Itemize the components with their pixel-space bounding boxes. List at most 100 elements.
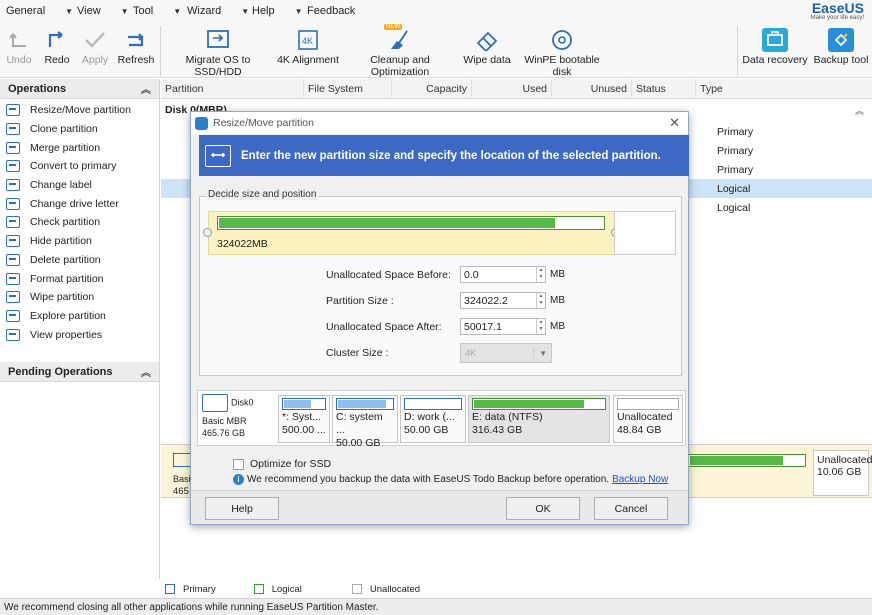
op-label: Hide partition (30, 235, 92, 248)
op-change-label[interactable]: Change label (0, 176, 159, 195)
legend-primary-label: Primary (183, 584, 216, 595)
partition-usage-fill (284, 400, 312, 408)
spin-arrows-icon[interactable]: ▲ ▼ (536, 267, 545, 282)
cleanup-button[interactable]: NEW Cleanup and Optimization (344, 24, 456, 78)
col-partition[interactable]: Partition (161, 79, 304, 99)
before-input[interactable]: 0.0 ▲ ▼ (460, 266, 546, 283)
dialog-titlebar[interactable]: Resize/Move partition ✕ (191, 112, 688, 134)
redo-button[interactable]: Redo (40, 26, 74, 66)
resize-move-dialog: Resize/Move partition ✕ ⟷ Enter the new … (190, 111, 689, 525)
chevron-down-icon: ▼ (533, 348, 547, 358)
op-merge[interactable]: Merge partition (0, 138, 159, 157)
menu-tool[interactable]: Tool ▼ (133, 0, 181, 22)
table-row-type: Logical (717, 183, 751, 195)
left-drag-handle[interactable] (203, 228, 212, 237)
chevron-down-icon: ▼ (65, 6, 74, 16)
partition-size: 316.43 GB (472, 424, 523, 436)
chevron-down-icon: ▼ (241, 6, 250, 16)
row-cluster: Cluster Size : 4K ▼ (326, 343, 552, 363)
operations-panel-header[interactable]: Operations ︽ (0, 79, 159, 99)
op-check[interactable]: Check partition (0, 213, 159, 232)
hide-icon (6, 235, 20, 248)
col-status[interactable]: Status (632, 79, 696, 99)
refresh-button[interactable]: Refresh (116, 26, 156, 66)
unit-label: MB (550, 295, 565, 306)
data-recovery-button[interactable]: Data recovery (741, 26, 809, 66)
data-recovery-icon (741, 26, 809, 54)
pending-panel-header[interactable]: Pending Operations ︽ (0, 362, 159, 382)
col-file-system[interactable]: File System (304, 79, 392, 99)
convert-icon (6, 160, 20, 173)
cluster-size-select[interactable]: 4K ▼ (460, 343, 552, 363)
op-convert-primary[interactable]: Convert to primary (0, 157, 159, 176)
app-icon (195, 116, 208, 130)
op-resize-move[interactable]: Resize/Move partition (0, 101, 159, 120)
op-delete[interactable]: Delete partition (0, 251, 159, 270)
chevron-down-icon: ▼ (173, 6, 182, 16)
easeus-logo: EaseUS Make your life easy! (811, 1, 864, 22)
cancel-button[interactable]: Cancel (594, 497, 668, 520)
op-explore[interactable]: Explore partition (0, 307, 159, 326)
menu-bar: General ▼ View ▼ Tool ▼ Wizard ▼ Help ▼ Feedb… (0, 0, 872, 22)
after-input[interactable]: 50017.1 ▲ ▼ (460, 318, 546, 335)
collapse-chevron-icon[interactable]: ︽ (141, 364, 151, 379)
partition-block-c[interactable]: C: system ... 50.00 GB (332, 395, 398, 449)
partition-usage-bar (617, 398, 679, 410)
operations-list: Resize/Move partition Clone partition Me… (0, 99, 159, 344)
eraser-icon (6, 291, 20, 304)
undo-label: Undo (6, 54, 32, 66)
wipe-data-button[interactable]: Wipe data (462, 26, 512, 66)
col-unused[interactable]: Unused (552, 79, 632, 99)
op-format[interactable]: Format partition (0, 269, 159, 288)
spin-arrows-icon[interactable]: ▲ ▼ (536, 319, 545, 334)
menu-feedback[interactable]: Feedback (307, 0, 355, 22)
disc-icon (516, 26, 608, 54)
4k-alignment-button[interactable]: 4K 4K Alignment (276, 26, 340, 66)
partition-size: 50.00 GB (404, 424, 449, 436)
backup-now-link[interactable]: Backup Now (612, 474, 668, 485)
col-type[interactable]: Type (696, 79, 872, 99)
op-change-letter[interactable]: Change drive letter (0, 194, 159, 213)
apply-label: Apply (81, 54, 109, 66)
refresh-label: Refresh (117, 54, 155, 66)
size-input[interactable]: 324022.2 ▲ ▼ (460, 292, 546, 309)
unallocated-block[interactable]: Unallocated 10.06 GB (813, 450, 872, 496)
ok-button[interactable]: OK (506, 497, 580, 520)
partition-block-e-selected[interactable]: E: data (NTFS) 316.43 GB (468, 395, 610, 443)
menu-tool-label: Tool (133, 5, 154, 17)
op-hide[interactable]: Hide partition (0, 232, 159, 251)
merge-icon (6, 141, 20, 154)
cluster-label: Cluster Size : (326, 347, 389, 359)
close-icon[interactable]: ✕ (669, 115, 680, 131)
resize-arrows-icon: ⟷ (205, 144, 231, 167)
migrate-os-label: Migrate OS to SSD/HDD (185, 54, 251, 78)
spin-arrows-icon[interactable]: ▲ ▼ (536, 293, 545, 308)
menu-view[interactable]: View ▼ (77, 0, 129, 22)
drive-letter-icon (6, 197, 20, 210)
op-wipe[interactable]: Wipe partition (0, 288, 159, 307)
menu-help[interactable]: Help ▼ (252, 0, 303, 22)
menu-general[interactable]: General ▼ (6, 0, 73, 22)
backup-tool-button[interactable]: Backup tool (813, 26, 869, 66)
collapse-chevron-icon[interactable]: ︽ (141, 81, 151, 96)
status-text: We recommend closing all other applicati… (4, 601, 379, 613)
apply-button[interactable]: Apply (78, 26, 112, 66)
op-properties[interactable]: View properties (0, 325, 159, 344)
help-button[interactable]: Help (205, 497, 279, 520)
col-used[interactable]: Used (472, 79, 552, 99)
winpe-button[interactable]: WinPE bootable disk (516, 26, 608, 78)
undo-button[interactable]: Undo (2, 26, 36, 66)
menu-wizard[interactable]: Wizard ▼ (187, 0, 249, 22)
optimize-ssd-option[interactable]: Optimize for SSD (233, 458, 331, 470)
legend-primary: Primary (165, 584, 216, 595)
partition-block-unallocated[interactable]: Unallocated 48.84 GB (613, 395, 683, 443)
col-capacity[interactable]: Capacity (392, 79, 472, 99)
collapse-chevron-icon[interactable]: ︽ (855, 104, 864, 117)
partition-slider[interactable]: 324022MB (208, 211, 615, 255)
op-clone[interactable]: Clone partition (0, 120, 159, 139)
partition-block-system-reserved[interactable]: *: Syst... 500.00 ... (278, 395, 330, 443)
migrate-os-button[interactable]: Migrate OS to SSD/HDD (165, 26, 271, 78)
before-label: Unallocated Space Before: (326, 268, 451, 281)
optimize-ssd-checkbox[interactable] (233, 458, 244, 470)
partition-block-d[interactable]: D: work (... 50.00 GB (400, 395, 466, 443)
